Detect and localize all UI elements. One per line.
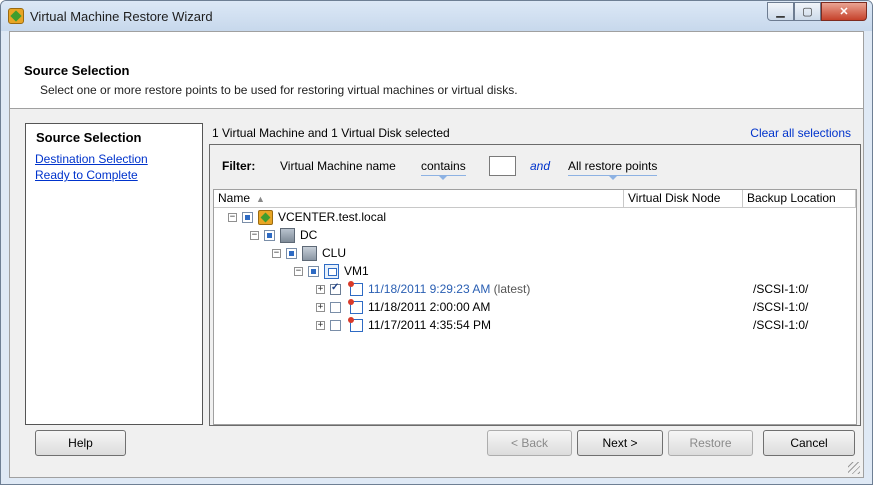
restore-point-panel: Filter: Virtual Machine name contains an… bbox=[209, 144, 861, 426]
backup-location: /SCSI-1:0/ bbox=[753, 300, 809, 314]
restore-point-icon bbox=[348, 317, 363, 332]
select-checkbox[interactable] bbox=[242, 212, 253, 223]
minimize-button[interactable]: ▁ bbox=[767, 2, 794, 21]
select-checkbox[interactable] bbox=[286, 248, 297, 259]
restore-point-checkbox[interactable] bbox=[330, 320, 341, 331]
tree-row-cluster[interactable]: − CLU bbox=[214, 245, 856, 263]
collapse-icon[interactable]: − bbox=[228, 213, 237, 222]
step-destination-selection[interactable]: Destination Selection bbox=[35, 152, 148, 166]
expand-icon[interactable]: + bbox=[316, 303, 325, 312]
close-icon: ✕ bbox=[839, 6, 849, 18]
column-header-backup-location[interactable]: Backup Location bbox=[743, 190, 856, 208]
collapse-icon[interactable]: − bbox=[272, 249, 281, 258]
column-header-name[interactable]: Name ▲ bbox=[214, 190, 624, 208]
node-label: CLU bbox=[322, 246, 347, 260]
node-label: DC bbox=[300, 228, 318, 242]
app-icon bbox=[8, 8, 24, 24]
tree-row-restore-point[interactable]: + 11/17/2011 4:35:54 PM /SCSI-1:0/ bbox=[214, 317, 856, 335]
tree-row-datacenter[interactable]: − DC bbox=[214, 227, 856, 245]
backup-location: /SCSI-1:0/ bbox=[753, 318, 809, 332]
datacenter-icon bbox=[280, 228, 295, 243]
selection-summary: 1 Virtual Machine and 1 Virtual Disk sel… bbox=[212, 126, 450, 140]
backup-location: /SCSI-1:0/ bbox=[753, 282, 809, 296]
wizard-window: Virtual Machine Restore Wizard ▁ ▢ ✕ Sou… bbox=[0, 0, 873, 485]
maximize-button[interactable]: ▢ bbox=[794, 2, 821, 21]
select-checkbox[interactable] bbox=[264, 230, 275, 241]
restore-point-checkbox[interactable] bbox=[330, 282, 341, 295]
tree-row-restore-point[interactable]: + 11/18/2011 9:29:23 AM (latest) /SCSI-1… bbox=[214, 281, 856, 299]
minimize-icon: ▁ bbox=[776, 6, 785, 18]
collapse-icon[interactable]: − bbox=[294, 267, 303, 276]
window-title: Virtual Machine Restore Wizard bbox=[30, 9, 213, 24]
step-source-selection: Source Selection bbox=[36, 130, 142, 145]
help-button[interactable]: Help bbox=[35, 430, 126, 456]
wizard-body: Source Selection Select one or more rest… bbox=[9, 31, 864, 478]
restore-points-tree: Name ▲ Virtual Disk Node Backup Location … bbox=[213, 189, 857, 425]
page-description: Select one or more restore points to be … bbox=[40, 83, 518, 97]
node-label: 11/17/2011 4:35:54 PM bbox=[368, 318, 491, 332]
filter-field-label: Virtual Machine name bbox=[280, 159, 396, 173]
filter-operator-dropdown[interactable]: contains bbox=[421, 159, 466, 180]
node-label: VM1 bbox=[344, 264, 369, 278]
close-button[interactable]: ✕ bbox=[821, 2, 867, 21]
sort-ascending-icon: ▲ bbox=[256, 194, 265, 204]
filter-value-input[interactable] bbox=[489, 156, 516, 176]
restore-points-scope-dropdown[interactable]: All restore points bbox=[568, 159, 658, 180]
window-controls: ▁ ▢ ✕ bbox=[767, 2, 867, 22]
page-title: Source Selection bbox=[24, 63, 130, 78]
back-button[interactable]: < Back bbox=[487, 430, 572, 456]
filter-conjunction: and bbox=[530, 159, 551, 173]
restore-point-checkbox[interactable] bbox=[330, 302, 341, 313]
cluster-icon bbox=[302, 246, 317, 261]
vcenter-icon bbox=[258, 210, 273, 225]
maximize-icon: ▢ bbox=[802, 6, 813, 18]
filter-label: Filter: bbox=[222, 159, 256, 173]
collapse-icon[interactable]: − bbox=[250, 231, 259, 240]
step-navigation: Source Selection Destination Selection R… bbox=[25, 123, 203, 425]
latest-tag: (latest) bbox=[493, 282, 531, 296]
wizard-header: Source Selection Select one or more rest… bbox=[10, 32, 863, 109]
restore-point-icon bbox=[348, 281, 363, 296]
next-button[interactable]: Next > bbox=[577, 430, 663, 456]
tree-row-restore-point[interactable]: + 11/18/2011 2:00:00 AM /SCSI-1:0/ bbox=[214, 299, 856, 317]
restore-button[interactable]: Restore bbox=[668, 430, 753, 456]
title-bar[interactable]: Virtual Machine Restore Wizard ▁ ▢ ✕ bbox=[1, 1, 872, 31]
tree-row-vcenter[interactable]: − VCENTER.test.local bbox=[214, 209, 856, 227]
resize-grip-icon[interactable] bbox=[848, 462, 860, 474]
node-label: 11/18/2011 2:00:00 AM bbox=[368, 300, 491, 314]
select-checkbox[interactable] bbox=[308, 266, 319, 277]
expand-icon[interactable]: + bbox=[316, 321, 325, 330]
cancel-button[interactable]: Cancel bbox=[763, 430, 855, 456]
tree-row-vm[interactable]: − VM1 bbox=[214, 263, 856, 281]
restore-point-icon bbox=[348, 299, 363, 314]
step-ready-to-complete[interactable]: Ready to Complete bbox=[35, 168, 138, 182]
vm-icon bbox=[324, 264, 339, 279]
clear-all-selections-link[interactable]: Clear all selections bbox=[750, 126, 851, 140]
node-label: 11/18/2011 9:29:23 AM (latest) bbox=[368, 282, 531, 296]
node-label: VCENTER.test.local bbox=[278, 210, 387, 224]
expand-icon[interactable]: + bbox=[316, 285, 325, 294]
column-header-virtual-disk-node[interactable]: Virtual Disk Node bbox=[624, 190, 743, 208]
